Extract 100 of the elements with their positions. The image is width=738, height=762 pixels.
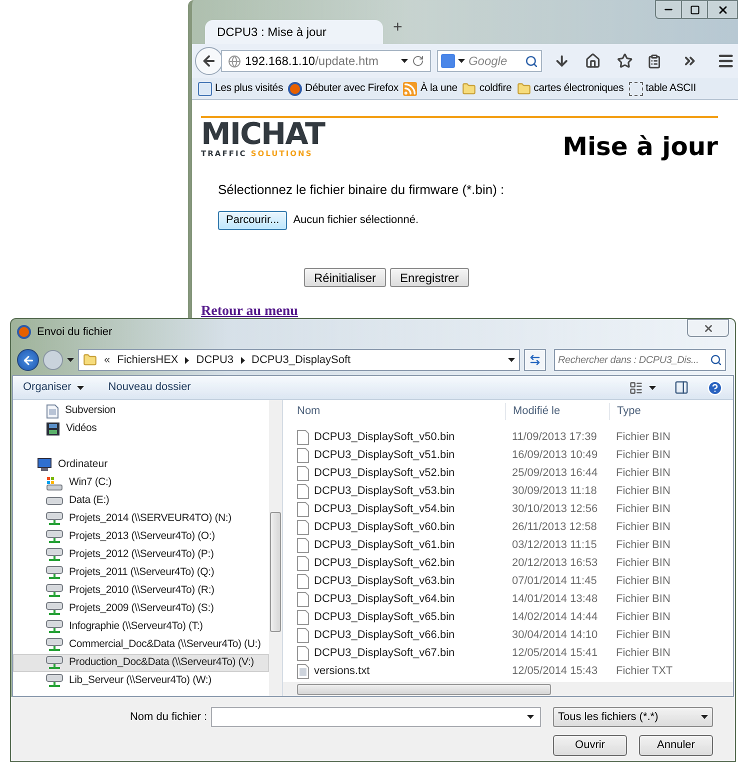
dropdown-icon: [527, 715, 534, 719]
maximize-button[interactable]: [682, 0, 708, 19]
nav-item[interactable]: Subversion: [13, 402, 269, 420]
breadcrumb-item[interactable]: FichiersHEX: [117, 352, 178, 368]
nav-item[interactable]: Vidéos: [13, 420, 269, 438]
minimize-button[interactable]: [655, 0, 682, 19]
file-type: Fichier BIN: [615, 448, 672, 463]
horizontal-scrollbar[interactable]: [283, 682, 733, 696]
nav-item[interactable]: Projets_2010 (\\Serveur4To) (R:): [13, 582, 269, 600]
file-name: DCPU3_DisplaySoft_v65.bin: [314, 610, 455, 625]
column-header[interactable]: Type: [609, 403, 733, 420]
file-icon: [297, 592, 309, 606]
nav-item[interactable]: Ordinateur: [13, 456, 269, 474]
modified-date: 30/09/2013 11:18: [511, 484, 598, 499]
nav-item[interactable]: Data (E:): [13, 492, 269, 510]
nav-item[interactable]: Infographie (\\Serveur4To) (T:): [13, 618, 269, 636]
file-name: DCPU3_DisplaySoft_v67.bin: [314, 646, 455, 661]
close-button[interactable]: [687, 319, 729, 337]
open-button[interactable]: Ouvrir: [553, 735, 627, 756]
back-button[interactable]: [195, 47, 223, 75]
address-bar[interactable]: « FichiersHEX DCPU3 DCPU3_DisplaySoft: [78, 349, 520, 371]
file-name: DCPU3_DisplaySoft_v53.bin: [314, 484, 455, 499]
drive-icon: [46, 476, 63, 490]
menu-icon[interactable]: [717, 52, 736, 70]
file-type: Fichier BIN: [615, 646, 672, 661]
bookmark-link[interactable]: Les plus visités: [215, 80, 283, 96]
preview-pane-icon[interactable]: [674, 380, 689, 395]
help-icon[interactable]: [707, 380, 723, 396]
breadcrumb-overflow[interactable]: «: [104, 352, 110, 368]
file-row[interactable]: DCPU3_DisplaySoft_v52.bin 25/09/2013 16:44 Fichier BIN: [283, 464, 733, 482]
nav-item[interactable]: Production_Doc&Data (\\Serveur4To) (V:): [13, 654, 269, 672]
organize-menu-button[interactable]: Organiser: [23, 379, 84, 396]
file-icon: [297, 574, 309, 588]
file-type-dropdown[interactable]: Tous les fichiers (*.*): [553, 707, 713, 727]
nav-item[interactable]: Lib_Serveur (\\Serveur4To) (W:): [13, 672, 269, 690]
nav-item[interactable]: Projets_2013 (\\Serveur4To) (O:): [13, 528, 269, 546]
file-type: Fichier BIN: [615, 592, 672, 607]
back-to-menu-link[interactable]: Retour au menu: [201, 301, 718, 322]
scrollbar-thumb[interactable]: [270, 512, 281, 632]
bookmark-link[interactable]: cartes électroniques: [534, 80, 624, 96]
network-drive-icon: [46, 638, 63, 652]
network-drive-icon: [46, 512, 63, 526]
nav-item[interactable]: Projets_2012 (\\Serveur4To) (P:): [13, 546, 269, 564]
search-field[interactable]: Rechercher dans : DCPU3_Dis...: [554, 349, 726, 371]
vertical-scrollbar[interactable]: [269, 400, 282, 696]
close-button[interactable]: [708, 0, 738, 19]
bookmark-link[interactable]: Débuter avec Firefox: [305, 80, 398, 96]
file-row[interactable]: DCPU3_DisplaySoft_v66.bin 30/04/2014 14:10 Fichier BIN: [283, 626, 733, 644]
clipboard-icon[interactable]: [646, 54, 662, 68]
browse-button[interactable]: Parcourir...: [218, 211, 288, 230]
url-field[interactable]: 192.168.1.10/update.htm: [221, 50, 432, 72]
nav-item[interactable]: Commercial_Doc&Data (\\Serveur4To) (U:): [13, 636, 269, 654]
file-row[interactable]: DCPU3_DisplaySoft_v54.bin 30/10/2013 12:56 Fichier BIN: [283, 500, 733, 518]
save-button[interactable]: Enregistrer: [390, 268, 469, 287]
file-row[interactable]: DCPU3_DisplaySoft_v63.bin 07/01/2014 11:45 Fichier BIN: [283, 572, 733, 590]
back-button[interactable]: [17, 349, 39, 371]
bookmark-link[interactable]: table ASCII: [646, 80, 696, 96]
file-row[interactable]: DCPU3_DisplaySoft_v61.bin 03/12/2013 11:15 Fichier BIN: [283, 536, 733, 554]
bookmark-link[interactable]: À la une: [420, 80, 458, 96]
column-header[interactable]: Nom: [283, 403, 505, 420]
file-row[interactable]: DCPU3_DisplaySoft_v51.bin 16/09/2013 10:49 Fichier BIN: [283, 446, 733, 464]
view-options-icon[interactable]: [629, 380, 643, 394]
caret-icon: [458, 59, 466, 63]
caret-icon: [77, 386, 84, 390]
scrollbar-thumb[interactable]: [297, 684, 551, 694]
file-row[interactable]: DCPU3_DisplaySoft_v53.bin 30/09/2013 11:18 Fichier BIN: [283, 482, 733, 500]
file-type: Fichier BIN: [615, 430, 672, 445]
refresh-button[interactable]: [524, 349, 546, 371]
bookmark-star-icon[interactable]: [617, 53, 633, 69]
maximize-icon: [690, 4, 700, 14]
nav-item[interactable]: Projets_2014 (\\SERVEUR4TO) (N:): [13, 510, 269, 528]
new-tab-button[interactable]: +: [393, 16, 402, 40]
modified-date: 25/09/2013 16:44: [511, 466, 599, 481]
file-row[interactable]: DCPU3_DisplaySoft_v50.bin 11/09/2013 17:39 Fichier BIN: [283, 428, 733, 446]
search-field[interactable]: Google: [437, 50, 542, 72]
nav-item[interactable]: Projets_2009 (\\Serveur4To) (S:): [13, 600, 269, 618]
nav-item[interactable]: Win7 (C:): [13, 474, 269, 492]
breadcrumb-item[interactable]: DCPU3_DisplaySoft: [252, 352, 351, 368]
file-type: Fichier BIN: [615, 520, 672, 535]
file-row[interactable]: DCPU3_DisplaySoft_v60.bin 26/11/2013 12:58 Fichier BIN: [283, 518, 733, 536]
home-icon[interactable]: [585, 53, 602, 69]
breadcrumb-item[interactable]: DCPU3: [196, 352, 234, 368]
download-icon[interactable]: [554, 53, 570, 69]
network-drive-icon: [46, 656, 63, 670]
cancel-button[interactable]: Annuler: [639, 735, 713, 756]
bookmarks-list-icon: [198, 82, 212, 96]
column-header[interactable]: Modifié le: [505, 403, 609, 420]
modified-date: 14/02/2014 14:44: [511, 610, 599, 625]
file-name-field[interactable]: [211, 707, 541, 727]
nav-item[interactable]: Projets_2011 (\\Serveur4To) (Q:): [13, 564, 269, 582]
bookmark-link[interactable]: coldfire: [479, 80, 512, 96]
file-row[interactable]: DCPU3_DisplaySoft_v62.bin 20/12/2013 16:53 Fichier BIN: [283, 554, 733, 572]
file-row[interactable]: DCPU3_DisplaySoft_v64.bin 14/01/2014 13:48 Fichier BIN: [283, 590, 733, 608]
new-folder-button[interactable]: Nouveau dossier: [108, 379, 191, 396]
file-row[interactable]: versions.txt 12/05/2014 15:43 Fichier TXT: [283, 662, 733, 680]
file-name: versions.txt: [314, 664, 370, 679]
file-row[interactable]: DCPU3_DisplaySoft_v65.bin 14/02/2014 14:44 Fichier BIN: [283, 608, 733, 626]
file-row[interactable]: DCPU3_DisplaySoft_v67.bin 12/05/2014 15:41 Fichier BIN: [283, 644, 733, 662]
browser-tab[interactable]: DCPU3 : Mise à jour: [205, 20, 383, 44]
reset-button[interactable]: Réinitialiser: [304, 268, 386, 287]
